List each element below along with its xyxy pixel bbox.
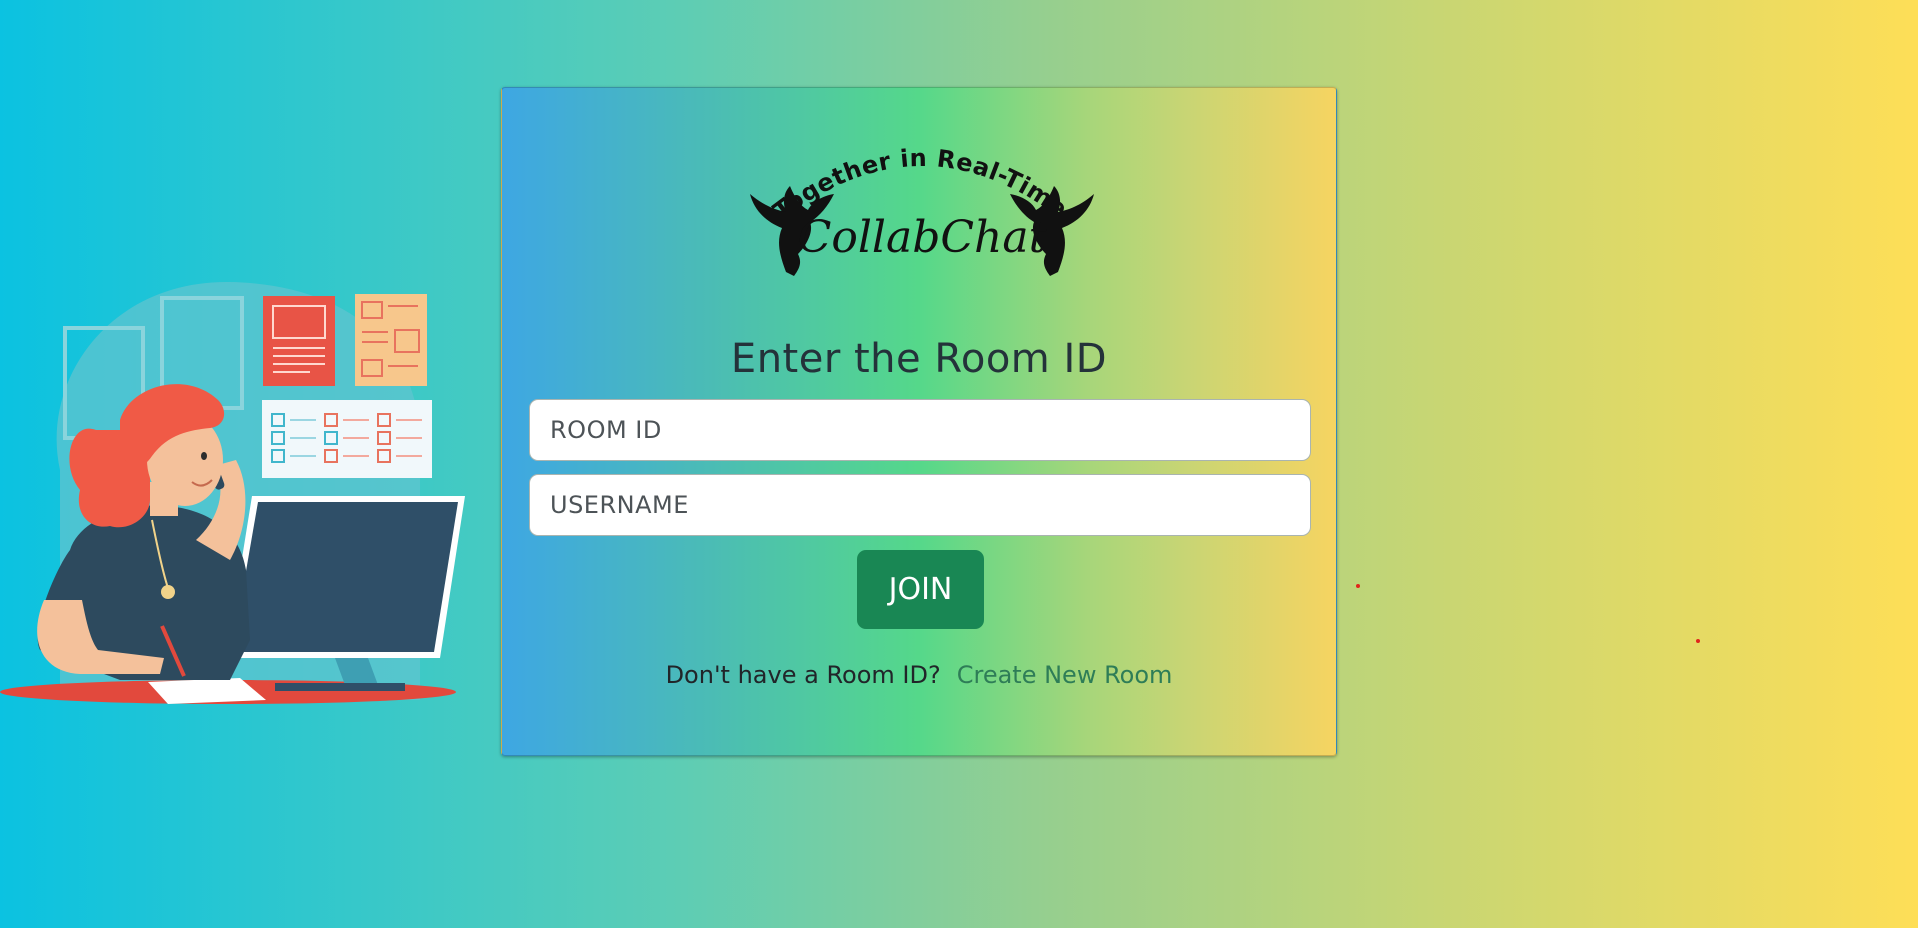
join-room-card: --Together in Real-Time-- CollabChat Ent… (501, 87, 1337, 756)
decorative-dot (1356, 584, 1360, 588)
create-room-prompt: Don't have a Room ID? Create New Room (502, 661, 1336, 689)
no-room-text: Don't have a Room ID? (665, 661, 941, 689)
document-icon (263, 296, 335, 386)
room-id-input[interactable] (529, 399, 1311, 461)
username-input[interactable] (529, 474, 1311, 536)
decorative-dot (1696, 639, 1700, 643)
checklist-icon (262, 400, 432, 478)
notes-board-icon (355, 294, 427, 386)
join-button[interactable]: JOIN (857, 550, 984, 629)
page-title: Enter the Room ID (730, 336, 1108, 382)
woman-at-computer-illustration (0, 270, 470, 710)
create-new-room-link[interactable]: Create New Room (957, 661, 1173, 689)
collabchat-logo: --Together in Real-Time-- CollabChat (737, 94, 1102, 276)
logo-brand: CollabChat (798, 212, 1047, 263)
